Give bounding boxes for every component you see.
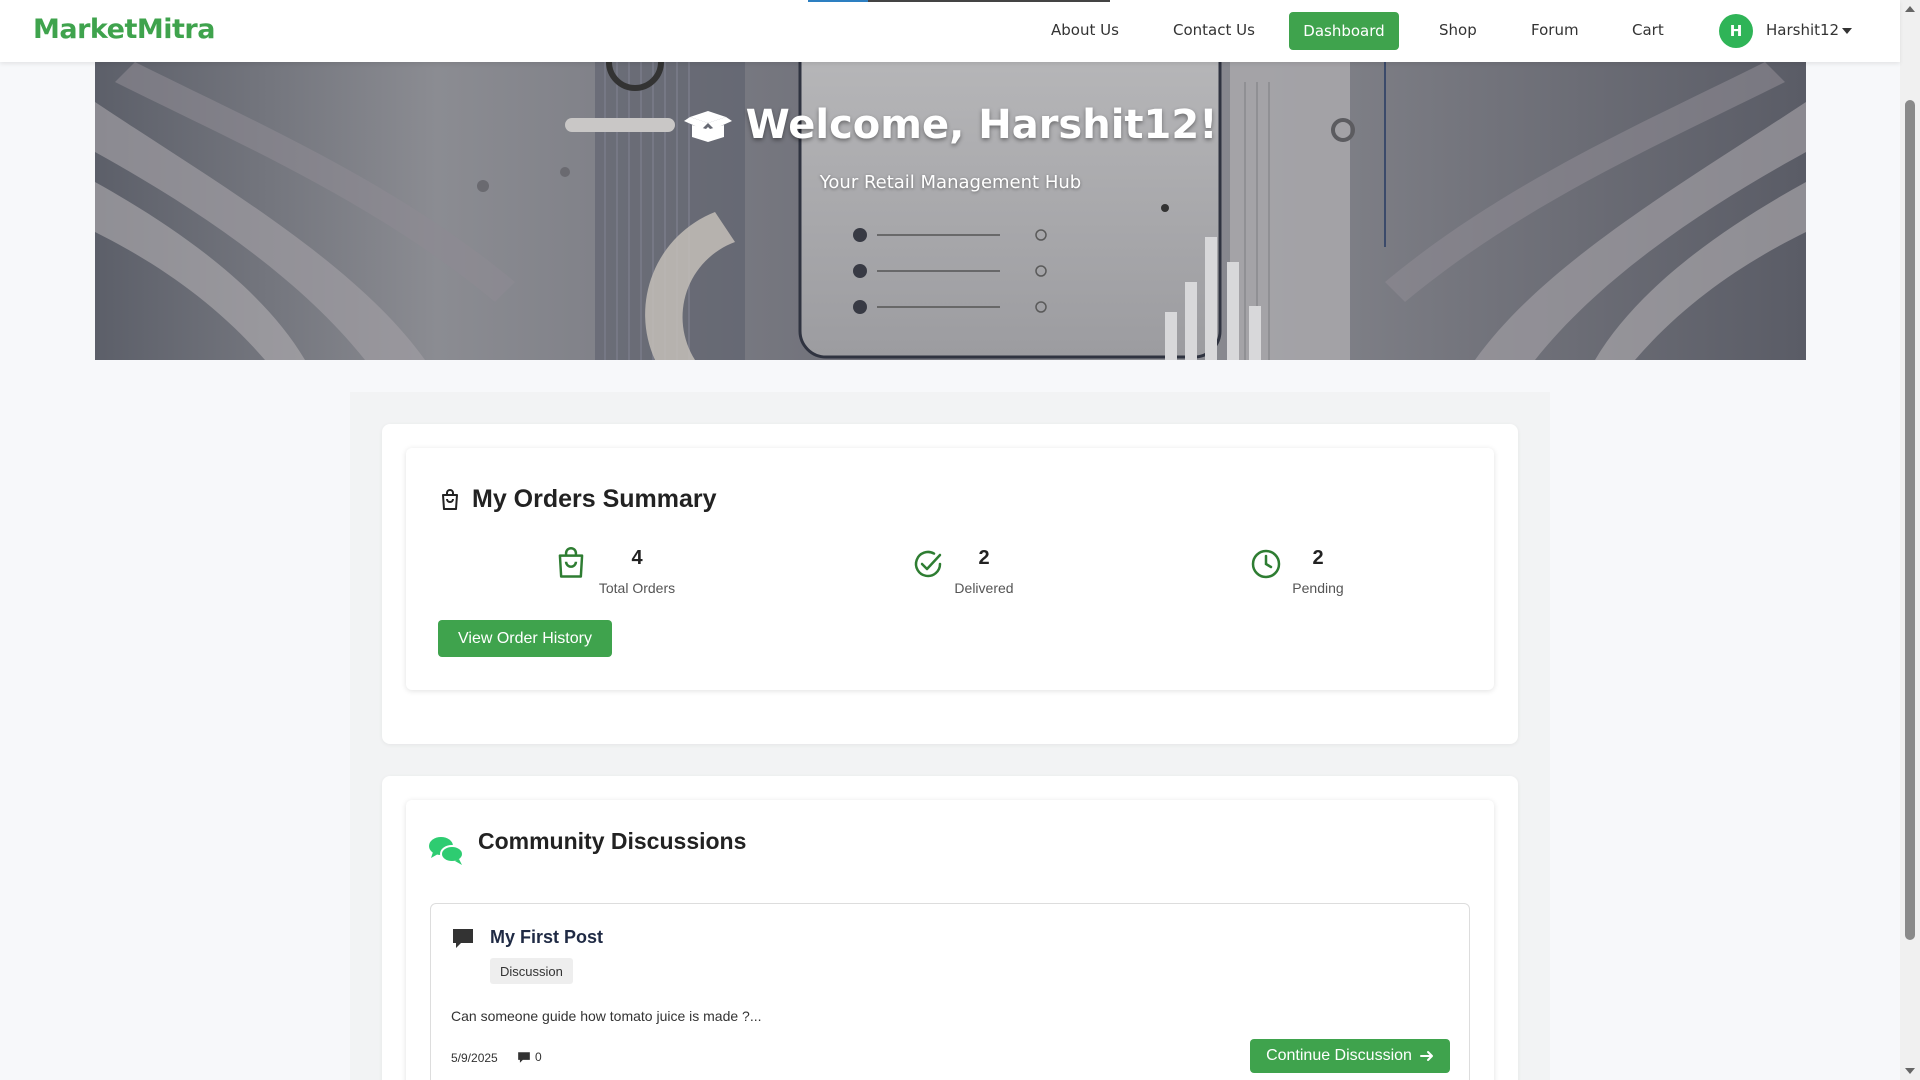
nav-link-shop[interactable]: Shop	[1439, 21, 1477, 39]
nav-link-forum[interactable]: Forum	[1531, 21, 1579, 39]
nav-link-cart[interactable]: Cart	[1632, 21, 1664, 39]
scroll-down-arrow-icon[interactable]	[1905, 1068, 1915, 1074]
page-scrollbar[interactable]	[1900, 0, 1920, 1080]
post-tag-badge: Discussion	[490, 958, 573, 984]
user-avatar[interactable]: H	[1719, 14, 1753, 48]
post-date: 5/9/2025	[451, 1051, 498, 1065]
check-circle-icon	[914, 550, 942, 578]
hero-subtitle: Your Retail Management Hub	[819, 172, 1082, 193]
nav-link-dashboard[interactable]: Dashboard	[1289, 12, 1399, 50]
discussion-post-card[interactable]: My First Post Discussion Can someone gui…	[430, 903, 1470, 1080]
stat-pending-value: 2	[1312, 547, 1324, 569]
hero-title-text: Welcome, Harshit12!	[745, 102, 1218, 148]
stat-delivered-label: Delivered	[954, 580, 1014, 596]
scrollbar-thumb[interactable]	[1905, 100, 1915, 940]
community-discussions-title: Community Discussions	[478, 828, 747, 854]
post-comment-count: 0	[517, 1050, 542, 1064]
comments-icon	[429, 837, 464, 865]
hero-banner: Welcome, Harshit12! Your Retail Manageme…	[95, 62, 1806, 360]
stat-delivered-value: 2	[978, 547, 990, 569]
post-comment-count-value: 0	[535, 1050, 542, 1064]
stat-total-orders-label: Total Orders	[598, 580, 676, 596]
box-open-icon	[683, 111, 732, 142]
post-excerpt: Can someone guide how tomato juice is ma…	[451, 1008, 762, 1024]
page-loading-bar-accent	[808, 0, 868, 2]
shopping-bag-icon	[442, 489, 458, 510]
scroll-up-arrow-icon[interactable]	[1905, 6, 1915, 12]
continue-discussion-button[interactable]: Continue Discussion	[1250, 1039, 1450, 1073]
stat-total-orders-value: 4	[631, 547, 643, 569]
user-menu-name[interactable]: Harshit12	[1766, 21, 1839, 39]
stat-pending-label: Pending	[1292, 580, 1344, 596]
nav-link-about[interactable]: About Us	[1051, 21, 1119, 39]
continue-discussion-label: Continue Discussion	[1266, 1047, 1412, 1064]
top-navbar: MarketMitra About Us Contact Us Dashboar…	[0, 0, 1900, 62]
nav-link-contact[interactable]: Contact Us	[1173, 21, 1255, 39]
comment-icon	[518, 1051, 530, 1063]
hero-title: Welcome, Harshit12!	[95, 102, 1806, 148]
comment-icon	[453, 929, 473, 948]
chevron-down-icon[interactable]	[1842, 28, 1852, 34]
arrow-right-icon	[1419, 1051, 1433, 1061]
brand-logo[interactable]: MarketMitra	[33, 14, 215, 45]
post-title[interactable]: My First Post	[490, 927, 603, 948]
view-order-history-button[interactable]: View Order History	[438, 620, 612, 657]
orders-summary-title: My Orders Summary	[472, 485, 717, 513]
shopping-bag-icon	[558, 547, 584, 578]
